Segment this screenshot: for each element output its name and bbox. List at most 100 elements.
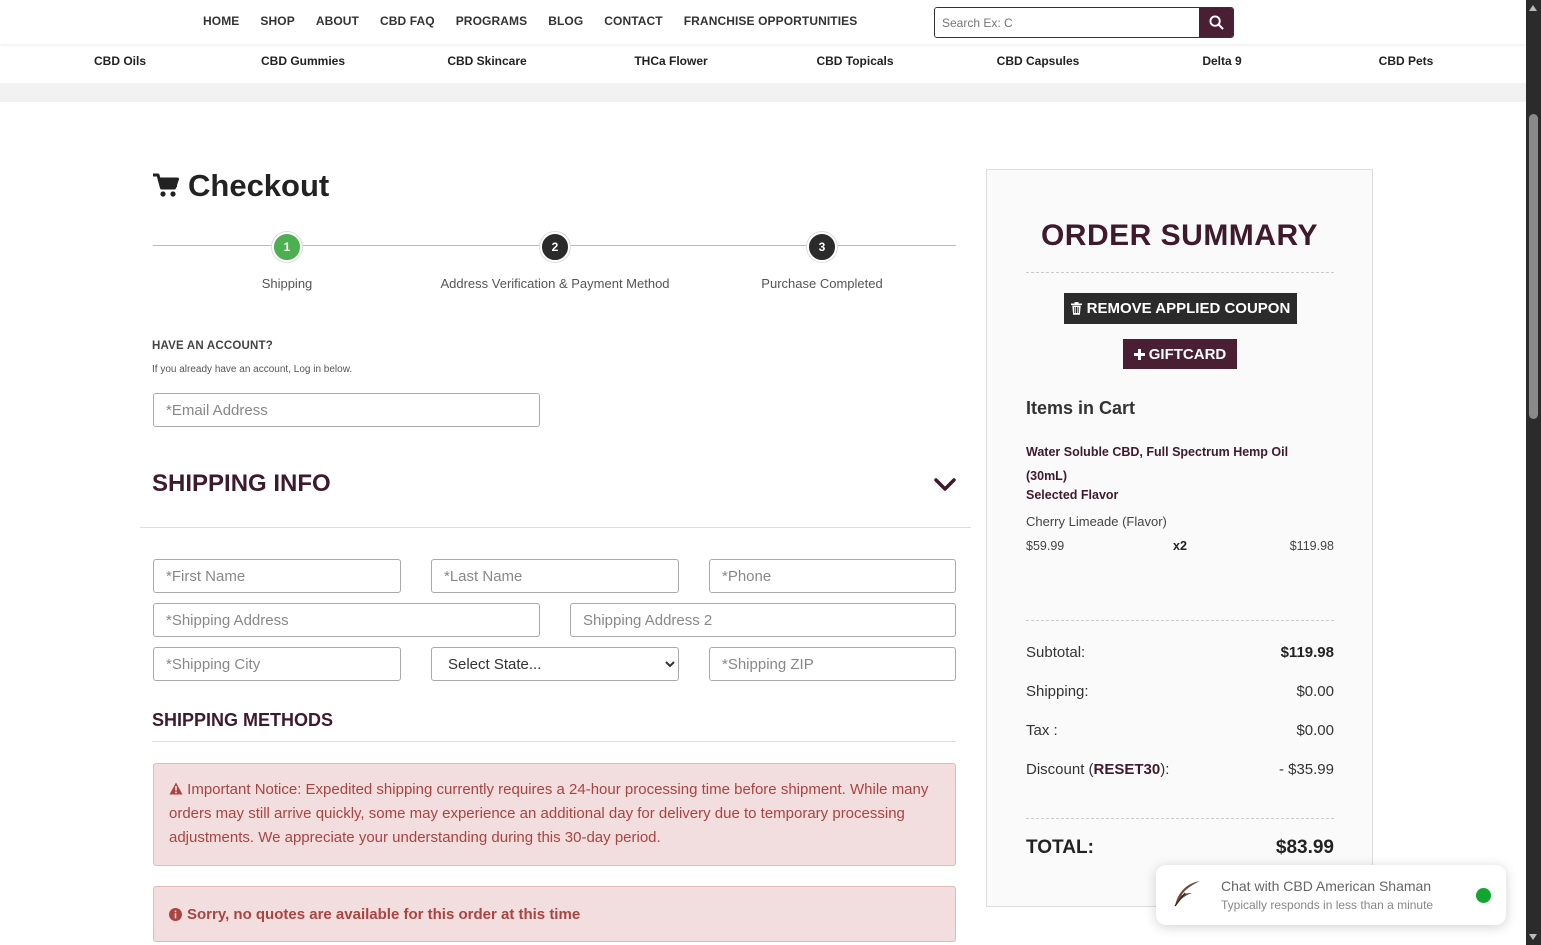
warning-icon	[169, 782, 183, 795]
nav-blog[interactable]: BLOG	[548, 14, 583, 28]
step-shipping: 1 Shipping	[137, 232, 437, 291]
shipping-address2-field[interactable]	[570, 603, 956, 637]
scroll-up-arrow[interactable]	[1529, 5, 1537, 11]
subtotal-row: Subtotal: $119.98	[1026, 644, 1334, 661]
plus-icon	[1133, 348, 1145, 360]
nav-shop[interactable]: SHOP	[260, 14, 294, 28]
nav-franchise[interactable]: FRANCHISE OPPORTUNITIES	[684, 14, 858, 28]
remove-coupon-label: REMOVE APPLIED COUPON	[1086, 300, 1291, 317]
no-quotes-alert: Sorry, no quotes are available for this …	[153, 886, 956, 942]
shipping-notice-alert: Important Notice: Expedited shipping cur…	[153, 763, 956, 866]
total-label: TOTAL:	[1026, 837, 1094, 858]
step-label: Address Verification & Payment Method	[440, 276, 670, 291]
giftcard-label: GIFTCARD	[1148, 345, 1227, 363]
main-nav: HOME SHOP ABOUT CBD FAQ PROGRAMS BLOG CO…	[203, 14, 878, 28]
search-input[interactable]	[935, 8, 1199, 37]
discount-label: Discount (RESET30):	[1026, 761, 1169, 778]
category-cbd-gummies[interactable]: CBD Gummies	[261, 54, 345, 68]
top-navbar: HOME SHOP ABOUT CBD FAQ PROGRAMS BLOG CO…	[0, 0, 1526, 44]
shipping-value: $0.00	[1296, 683, 1334, 700]
account-heading: HAVE AN ACCOUNT?	[152, 340, 273, 352]
search-bar	[934, 7, 1234, 38]
shipping-zip-field[interactable]	[709, 647, 956, 681]
category-cbd-capsules[interactable]: CBD Capsules	[997, 54, 1080, 68]
page-title: Checkout	[188, 168, 330, 203]
header-divider	[0, 83, 1526, 102]
trash-icon	[1070, 302, 1082, 315]
checkout-heading: Checkout	[152, 168, 329, 204]
no-quotes-text: Sorry, no quotes are available for this …	[187, 905, 581, 923]
cart-item-flavor-value: Cherry Limeade (Flavor)	[1026, 514, 1167, 529]
category-cbd-pets[interactable]: CBD Pets	[1379, 54, 1434, 68]
discount-value: - $35.99	[1278, 761, 1334, 778]
first-name-field[interactable]	[153, 559, 401, 593]
shipping-methods-heading: SHIPPING METHODS	[152, 710, 334, 730]
step-number: 3	[807, 232, 837, 262]
remove-coupon-button[interactable]: REMOVE APPLIED COUPON	[1064, 293, 1297, 324]
category-bar: CBD Oils CBD Gummies CBD Skincare THCa F…	[0, 44, 1526, 83]
subtotal-value: $119.98	[1280, 644, 1334, 661]
total-row: TOTAL: $83.99	[1026, 837, 1334, 859]
items-in-cart-heading: Items in Cart	[1026, 398, 1136, 418]
total-value: $83.99	[1275, 837, 1334, 858]
cart-item-flavor-label: Selected Flavor	[1026, 488, 1119, 502]
category-thca-flower[interactable]: THCa Flower	[634, 54, 707, 68]
divider	[140, 527, 971, 528]
tax-label: Tax :	[1026, 722, 1058, 739]
chat-widget[interactable]: Chat with CBD American Shaman Typically …	[1156, 865, 1506, 925]
chevron-down-icon	[934, 478, 956, 491]
email-field[interactable]	[153, 393, 540, 427]
step-number: 1	[272, 232, 302, 262]
category-delta-9[interactable]: Delta 9	[1202, 54, 1241, 68]
nav-cbd-faq[interactable]: CBD FAQ	[380, 14, 435, 28]
scrollbar-thumb[interactable]	[1529, 114, 1538, 419]
nav-contact[interactable]: CONTACT	[604, 14, 662, 28]
step-number: 2	[540, 232, 570, 262]
step-purchase-completed: 3 Purchase Completed	[672, 232, 972, 291]
cart-icon	[153, 173, 179, 197]
cart-item-unit-price: $59.99	[1026, 539, 1065, 553]
discount-code: RESET30	[1093, 761, 1161, 778]
cart-item-line-total: $119.98	[1289, 539, 1334, 553]
category-cbd-skincare[interactable]: CBD Skincare	[447, 54, 526, 68]
divider	[152, 741, 956, 742]
discount-label-suffix: ):	[1160, 761, 1170, 778]
category-cbd-topicals[interactable]: CBD Topicals	[816, 54, 893, 68]
chat-title: Chat with CBD American Shaman	[1221, 878, 1432, 894]
last-name-field[interactable]	[431, 559, 679, 593]
chat-subtitle: Typically responds in less than a minute	[1221, 898, 1434, 912]
account-subtext: If you already have an account, Log in b…	[152, 364, 353, 375]
tax-row: Tax : $0.00	[1026, 722, 1334, 739]
shipping-info-heading: SHIPPING INFO	[152, 470, 331, 497]
shipping-city-field[interactable]	[153, 647, 401, 681]
nav-about[interactable]: ABOUT	[316, 14, 359, 28]
state-select[interactable]: Select State...	[431, 647, 679, 681]
nav-programs[interactable]: PROGRAMS	[456, 14, 527, 28]
feather-logo-icon	[1174, 881, 1200, 907]
page-scrollbar[interactable]	[1526, 0, 1541, 945]
subtotal-label: Subtotal:	[1026, 644, 1086, 661]
category-cbd-oils[interactable]: CBD Oils	[94, 54, 146, 68]
order-summary-panel: ORDER SUMMARY REMOVE APPLIED COUPON GIFT…	[986, 169, 1373, 907]
cart-item-price-row: $59.99 x2 $119.98	[1026, 539, 1334, 553]
step-address-payment: 2 Address Verification & Payment Method	[405, 232, 705, 291]
discount-row: Discount (RESET30): - $35.99	[1026, 761, 1334, 778]
divider	[1026, 818, 1334, 819]
phone-field[interactable]	[709, 559, 956, 593]
divider	[1026, 620, 1334, 621]
step-label: Shipping	[261, 276, 313, 291]
scroll-down-arrow[interactable]	[1529, 934, 1537, 940]
tax-value: $0.00	[1296, 722, 1334, 739]
giftcard-button[interactable]: GIFTCARD	[1123, 339, 1237, 369]
cart-item-name: Water Soluble CBD, Full Spectrum Hemp Oi…	[1026, 445, 1289, 483]
shipping-address-field[interactable]	[153, 603, 540, 637]
order-summary-title: ORDER SUMMARY	[1040, 219, 1319, 252]
online-status-indicator	[1476, 888, 1491, 903]
cart-item-quantity: x2	[1173, 539, 1187, 553]
divider	[1026, 272, 1334, 273]
search-button[interactable]	[1199, 8, 1233, 37]
collapse-toggle[interactable]	[934, 478, 956, 497]
nav-home[interactable]: HOME	[203, 14, 239, 28]
step-label: Purchase Completed	[761, 276, 883, 291]
search-icon	[1208, 15, 1224, 30]
